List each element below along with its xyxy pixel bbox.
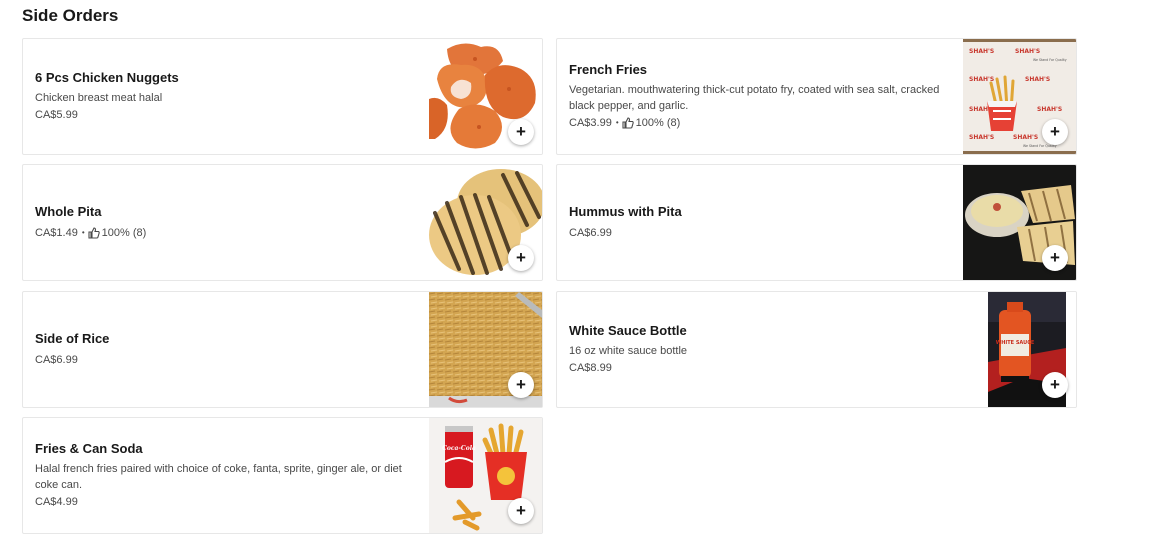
thumbs-up-icon: [622, 117, 634, 129]
shahs-brand-text: SHAH'S: [969, 134, 994, 141]
menu-item-info: 6 Pcs Chicken Nuggets Chicken breast mea…: [35, 39, 420, 154]
menu-item-meta: CA$6.99: [35, 351, 420, 369]
menu-item-info: French Fries Vegetarian. mouthwatering t…: [569, 39, 954, 154]
menu-item-image[interactable]: +: [429, 292, 542, 407]
meta-separator: •: [615, 118, 619, 127]
menu-item-name: 6 Pcs Chicken Nuggets: [35, 70, 179, 85]
menu-item-price: CA$3.99: [569, 117, 612, 129]
menu-item-meta: CA$8.99: [569, 359, 954, 377]
add-button[interactable]: +: [1042, 119, 1068, 145]
menu-item-name: Fries & Can Soda: [35, 441, 143, 456]
menu-item-image[interactable]: Coca-Cola +: [429, 418, 542, 533]
menu-item-card[interactable]: Hummus with Pita CA$6.99 +: [556, 164, 1077, 281]
menu-item-info: White Sauce Bottle 16 oz white sauce bot…: [569, 292, 954, 407]
menu-item-image[interactable]: +: [429, 165, 542, 280]
plus-icon: +: [516, 374, 526, 394]
plus-icon: +: [1050, 374, 1060, 394]
menu-item-name: White Sauce Bottle: [569, 323, 687, 338]
menu-item-description: Chicken breast meat halal: [35, 92, 163, 104]
menu-item-card[interactable]: 6 Pcs Chicken Nuggets Chicken breast mea…: [22, 38, 543, 155]
menu-item-price: CA$8.99: [569, 362, 612, 374]
menu-item-card[interactable]: French Fries Vegetarian. mouthwatering t…: [556, 38, 1077, 155]
plus-icon: +: [1050, 121, 1060, 141]
plus-icon: +: [516, 500, 526, 520]
shahs-brand-text: SHAH'S: [969, 48, 994, 55]
sauce-label-text: WHITE SAUCE: [996, 340, 1035, 346]
menu-item-card[interactable]: Whole Pita CA$1.49 • 100% (8) +: [22, 164, 543, 281]
menu-item-price: CA$6.99: [35, 354, 78, 366]
shahs-brand-text: SHAH'S: [1013, 134, 1038, 141]
shahs-brand-text: SHAH'S: [1025, 76, 1050, 83]
menu-item-name: Whole Pita: [35, 204, 102, 219]
plus-icon: +: [516, 247, 526, 267]
menu-item-card[interactable]: Side of Rice CA$6.99 +: [22, 291, 543, 408]
shahs-brand-text: SHAH'S: [1015, 48, 1040, 55]
menu-item-name: Side of Rice: [35, 331, 110, 346]
menu-item-info: Side of Rice CA$6.99: [35, 292, 420, 407]
menu-item-price: CA$6.99: [569, 227, 612, 239]
shahs-tagline-text: We Stand For Quality: [1033, 58, 1067, 62]
meta-separator: •: [81, 228, 85, 237]
menu-item-price: CA$5.99: [35, 109, 78, 121]
menu-item-info: Fries & Can Soda Halal french fries pair…: [35, 418, 420, 533]
menu-item-image[interactable]: +: [429, 39, 542, 154]
menu-item-meta: CA$3.99 • 100% (8): [569, 114, 954, 132]
add-button[interactable]: +: [508, 119, 534, 145]
thumbs-up-icon: [88, 227, 100, 239]
shahs-brand-text: SHAH'S: [1037, 106, 1062, 113]
menu-item-rating: 100% (8): [101, 227, 147, 239]
add-button[interactable]: +: [508, 372, 534, 398]
add-button[interactable]: +: [1042, 372, 1068, 398]
menu-item-description: Halal french fries paired with choice of…: [35, 463, 402, 491]
menu-item-meta: CA$5.99: [35, 106, 420, 124]
menu-item-description: Vegetarian. mouthwatering thick-cut pota…: [569, 84, 940, 112]
menu-item-price: CA$4.99: [35, 496, 78, 508]
menu-item-meta: CA$1.49 • 100% (8): [35, 224, 420, 242]
plus-icon: +: [516, 121, 526, 141]
plus-icon: +: [1050, 247, 1060, 267]
menu-item-image[interactable]: SHAH'S SHAH'S SHAH'S SHAH'S SHAH'S SHAH'…: [963, 39, 1076, 154]
menu-item-image[interactable]: +: [963, 165, 1076, 280]
menu-item-card[interactable]: Fries & Can Soda Halal french fries pair…: [22, 417, 543, 534]
add-button[interactable]: +: [508, 245, 534, 271]
menu-item-card[interactable]: White Sauce Bottle 16 oz white sauce bot…: [556, 291, 1077, 408]
menu-item-name: French Fries: [569, 62, 648, 77]
section-title: Side Orders: [22, 6, 119, 25]
menu-item-meta: CA$4.99: [35, 493, 420, 511]
menu-item-price: CA$1.49: [35, 227, 78, 239]
add-button[interactable]: +: [1042, 245, 1068, 271]
menu-item-info: Whole Pita CA$1.49 • 100% (8): [35, 165, 420, 280]
menu-item-description: 16 oz white sauce bottle: [569, 345, 688, 357]
soda-label-text: Coca-Cola: [442, 445, 476, 452]
menu-item-meta: CA$6.99: [569, 224, 954, 242]
add-button[interactable]: +: [508, 498, 534, 524]
menu-item-name: Hummus with Pita: [569, 204, 682, 219]
menu-item-image[interactable]: WHITE SAUCE +: [963, 292, 1076, 407]
menu-item-info: Hummus with Pita CA$6.99: [569, 165, 954, 280]
menu-item-rating: 100% (8): [635, 117, 681, 129]
